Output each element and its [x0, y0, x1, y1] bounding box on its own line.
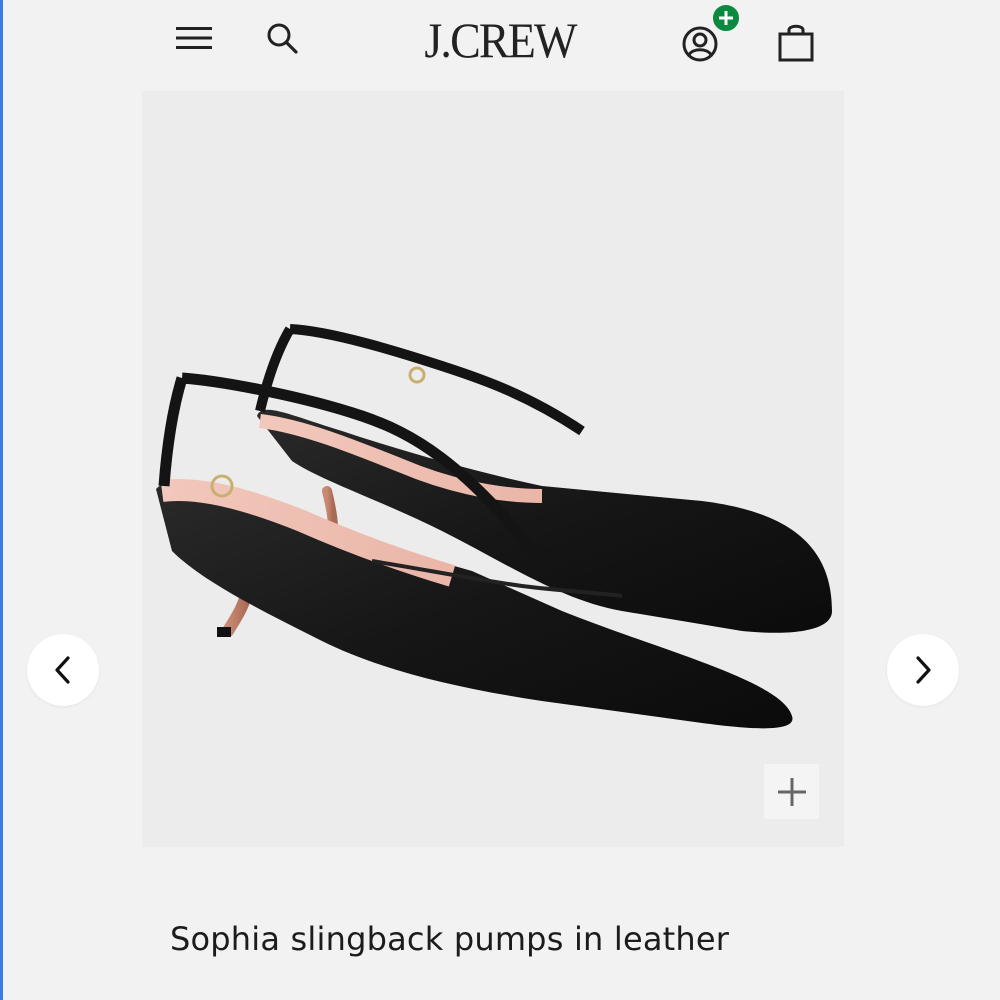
slingback-pumps-illustration	[156, 324, 832, 729]
shopping-bag-button[interactable]	[772, 18, 820, 66]
plus-icon	[719, 11, 733, 25]
search-button[interactable]	[260, 18, 304, 58]
chevron-right-icon	[916, 656, 931, 684]
window-edge	[0, 0, 3, 1000]
search-icon	[267, 23, 298, 54]
menu-button[interactable]	[172, 20, 216, 56]
chevron-left-icon	[55, 656, 70, 684]
shopping-bag-icon	[778, 24, 814, 62]
zoom-button[interactable]	[764, 764, 819, 819]
previous-image-button[interactable]	[27, 634, 99, 706]
next-image-button[interactable]	[887, 634, 959, 706]
hamburger-menu-icon	[176, 27, 212, 49]
product-page: J.CREW Sophia slingback pumps in leather	[0, 0, 1000, 1000]
brand-logo[interactable]: J.CREW	[390, 8, 611, 72]
product-title: Sophia slingback pumps in leather	[170, 920, 730, 958]
account-badge	[711, 3, 741, 33]
plus-icon	[777, 777, 806, 806]
product-image[interactable]	[142, 91, 844, 847]
